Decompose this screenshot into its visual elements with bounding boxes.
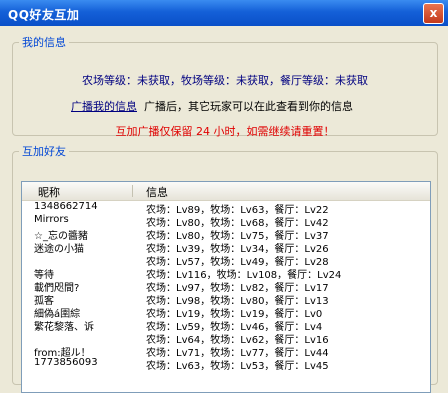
title-bar: QQ好友互加 x: [0, 0, 448, 26]
column-header-info[interactable]: 信息: [146, 184, 168, 200]
list-item[interactable]: 孤客 农场：Lv98，牧场：Lv80，餐厅：Lv13: [22, 292, 430, 307]
list-header: 昵称 信息: [22, 182, 430, 201]
friend-nickname: 1773856093: [34, 357, 98, 368]
friend-info: 农场：Lv63，牧场：Lv53，餐厅：Lv45: [146, 361, 329, 372]
friends-group: 互加好友 昵称 信息 1348662714 农场：Lv89，牧场：Lv63，餐厅：…: [12, 143, 438, 393]
list-item[interactable]: Mirrors 农场：Lv80，牧场：Lv68，餐厅：Lv42: [22, 214, 430, 229]
my-info-legend: 我的信息: [22, 36, 66, 49]
list-body: 1348662714 农场：Lv89，牧场：Lv63，餐厅：Lv22 Mirrors…: [22, 201, 430, 372]
list-item[interactable]: 1348662714 农场：Lv89，牧场：Lv63，餐厅：Lv22: [22, 201, 430, 216]
column-header-nickname[interactable]: 昵称: [38, 184, 60, 200]
level-info: 农场等级：未获取，牧场等级：未获取，餐厅等级：未获取: [82, 74, 368, 87]
friend-nickname: 1348662714: [34, 201, 98, 212]
friends-list[interactable]: 昵称 信息 1348662714 农场：Lv89，牧场：Lv63，餐厅：Lv22 M…: [21, 181, 431, 393]
close-button[interactable]: x: [423, 3, 444, 24]
list-item[interactable]: 繁花黎落、诉 农场：Lv59，牧场：Lv46，餐厅：Lv4: [22, 318, 430, 333]
list-item[interactable]: ☆_忘の醬豬 农场：Lv80，牧场：Lv75，餐厅：Lv37: [22, 227, 430, 242]
list-item[interactable]: 农场：Lv64，牧场：Lv62，餐厅：Lv16: [22, 331, 430, 346]
list-item[interactable]: 細偽á圉綜 农场：Lv19，牧场：Lv19，餐厅：Lv0: [22, 305, 430, 320]
notice-text: 互加广播仅保留 24 小时，如需继续请重置！: [115, 125, 335, 138]
window-title: QQ好友互加: [8, 8, 80, 22]
broadcast-text: 广播后，其它玩家可以在此查看到你的信息: [144, 100, 353, 113]
broadcast-link[interactable]: 广播我的信息: [71, 100, 137, 113]
list-item[interactable]: 載們咫間? 农场：Lv97，牧场：Lv82，餐厅：Lv17: [22, 279, 430, 294]
list-item[interactable]: 农场：Lv57，牧场：Lv49，餐厅：Lv28: [22, 253, 430, 268]
friends-legend: 互加好友: [22, 145, 66, 158]
friend-nickname: Mirrors: [34, 214, 69, 225]
list-item[interactable]: 迷途の小猫 农场：Lv39，牧场：Lv34，餐厅：Lv26: [22, 240, 430, 255]
broadcast-line: 广播我的信息 广播后，其它玩家可以在此查看到你的信息: [71, 98, 353, 114]
list-item[interactable]: 等待 农场：Lv116，牧场：Lv108，餐厅：Lv24: [22, 266, 430, 281]
column-divider: [132, 185, 133, 197]
my-info-group: 我的信息 农场等级：未获取，牧场等级：未获取，餐厅等级：未获取 广播我的信息 广…: [12, 34, 438, 138]
list-item[interactable]: from:超ル！ 农场：Lv71，牧场：Lv77，餐厅：Lv44: [22, 344, 430, 359]
